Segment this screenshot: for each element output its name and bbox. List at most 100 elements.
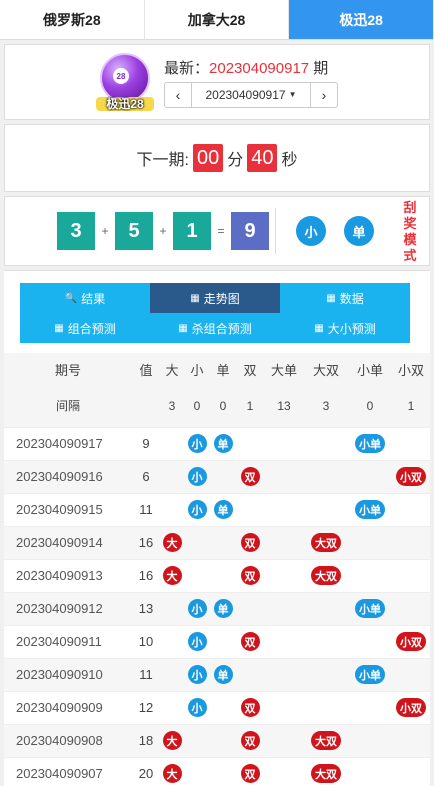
col-period: 期号 [4, 353, 132, 385]
big-badge: 大 [162, 764, 182, 784]
menu-results[interactable]: 🔍 结果 [20, 283, 150, 313]
small-badge: 小 [187, 632, 207, 651]
gap-value: 13 [264, 385, 304, 427]
row-period: 202304090912 [4, 591, 132, 625]
row-cell: 大双 [304, 756, 348, 786]
menu-kill-combo-prediction[interactable]: ▦ 杀组合预测 [150, 313, 280, 343]
row-cell: 小 [184, 426, 210, 460]
chart-icon: ▦ [178, 322, 188, 334]
row-value: 20 [132, 756, 160, 786]
row-cell [210, 525, 236, 559]
function-menu: 🔍 结果 ▦ 走势图 ▦ 数据 ▦ 组合预测 ▦ 杀组合预测 ▦ 大小预测 [20, 283, 410, 343]
row-cell [264, 459, 304, 493]
row-cell: 双 [236, 525, 264, 559]
small-badge: 小 [187, 434, 207, 453]
menu-size-prediction[interactable]: ▦ 大小预测 [280, 313, 410, 343]
row-cell [160, 624, 184, 658]
digit-2: 5 [115, 212, 153, 250]
menu-combo-prediction[interactable]: ▦ 组合预测 [20, 313, 150, 343]
big-even-badge: 大双 [311, 566, 341, 585]
row-cell [160, 690, 184, 724]
row-cell: 小单 [348, 426, 392, 460]
gap-value: 1 [392, 385, 430, 427]
row-cell: 双 [236, 624, 264, 658]
issue-selector: ‹ 202304090917 ▼ › [164, 81, 338, 108]
row-cell [392, 492, 430, 526]
row-cell [348, 624, 392, 658]
col-small-odd: 小单 [348, 353, 392, 385]
menu-label: 结果 [81, 291, 106, 306]
even-badge: 双 [240, 533, 260, 552]
size-badge: 小 [296, 216, 326, 246]
ball-number: 28 [113, 68, 129, 84]
issue-dropdown[interactable]: 202304090917 ▼ [191, 82, 311, 107]
odd-badge: 单 [213, 665, 233, 684]
trend-table: 期号 值 大 小 单 双 大单 大双 小单 小双 间隔 3 0 0 1 13 3… [4, 353, 430, 786]
table-row: 202304090908 18 大双大双 [4, 723, 430, 757]
row-cell [264, 591, 304, 625]
gap-value: 0 [348, 385, 392, 427]
row-cell: 小单 [348, 492, 392, 526]
row-cell: 单 [210, 426, 236, 460]
row-cell: 双 [236, 690, 264, 724]
gap-value: 0 [210, 385, 236, 427]
row-cell [210, 723, 236, 757]
gap-value: 1 [236, 385, 264, 427]
row-cell [264, 723, 304, 757]
even-badge: 双 [240, 632, 260, 651]
gap-value: 0 [184, 385, 210, 427]
tab-jixun28[interactable]: 极迅28 [289, 0, 434, 39]
row-value: 11 [132, 492, 160, 526]
menu-label: 杀组合预测 [191, 321, 252, 336]
row-cell [160, 426, 184, 460]
menu-label: 走势图 [203, 291, 240, 306]
row-value: 18 [132, 723, 160, 757]
row-cell [392, 558, 430, 592]
tab-russia28[interactable]: 俄罗斯28 [0, 0, 145, 39]
even-badge: 双 [240, 698, 260, 717]
row-cell: 小 [184, 492, 210, 526]
prev-issue-button[interactable]: ‹ [165, 83, 191, 107]
chevron-left-icon: ‹ [175, 86, 181, 103]
menu-data[interactable]: ▦ 数据 [280, 283, 410, 313]
tab-canada28[interactable]: 加拿大28 [145, 0, 290, 39]
latest-prefix: 最新： [164, 59, 210, 77]
latest-suffix: 期 [309, 59, 329, 77]
scratch-mode-button[interactable]: 刮 奖 模 式 [403, 200, 417, 264]
latest-issue-number: 202304090917 [209, 59, 310, 77]
row-value: 6 [132, 459, 160, 493]
gap-value: 3 [160, 385, 184, 427]
menu-label: 组合预测 [67, 321, 116, 336]
row-period: 202304090914 [4, 525, 132, 559]
even-badge: 双 [240, 566, 260, 585]
row-cell [392, 591, 430, 625]
col-big: 大 [160, 353, 184, 385]
row-period: 202304090907 [4, 756, 132, 786]
big-badge: 大 [162, 731, 182, 750]
caret-down-icon: ▼ [288, 90, 297, 99]
countdown-label: 下一期: [136, 152, 189, 169]
small-badge: 小 [187, 665, 207, 684]
next-issue-button[interactable]: › [311, 83, 337, 107]
menu-label: 大小预测 [327, 321, 376, 336]
equals-sign: = [217, 224, 225, 238]
digit-1: 3 [57, 212, 95, 250]
small-badge: 小 [187, 467, 207, 486]
table-row: 202304090915 11 小单 小单 [4, 492, 430, 526]
row-cell [264, 492, 304, 526]
row-cell [210, 756, 236, 786]
row-period: 202304090916 [4, 459, 132, 493]
small-odd-badge: 小单 [355, 500, 385, 519]
row-value: 10 [132, 624, 160, 658]
gap-label: 间隔 [4, 385, 132, 427]
latest-issue-line: 最新：202304090917 期 [164, 57, 338, 78]
gap-value: 3 [304, 385, 348, 427]
countdown-card: 下一期: 00 分 40 秒 [4, 124, 430, 192]
jixun-logo: 28 极迅28 [96, 53, 154, 111]
row-cell [210, 624, 236, 658]
row-cell: 大双 [304, 723, 348, 757]
menu-trend-chart[interactable]: ▦ 走势图 [150, 283, 280, 313]
digit-3: 1 [173, 212, 211, 250]
row-cell [184, 525, 210, 559]
even-badge: 双 [240, 764, 260, 784]
